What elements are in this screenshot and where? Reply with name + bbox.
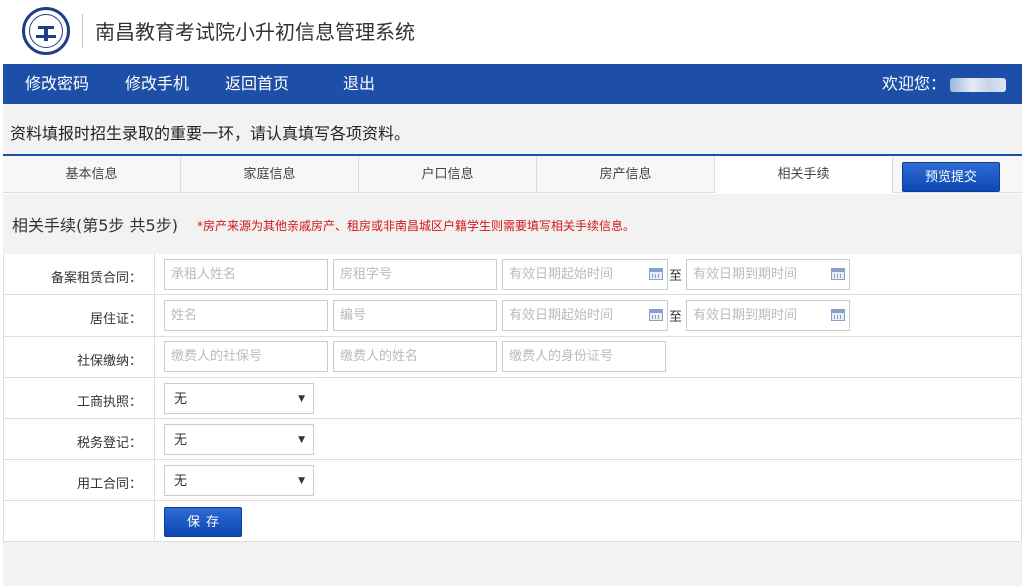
rental-end-date-input[interactable]: 有效日期到期时间 — [686, 259, 850, 290]
logo-emblem — [29, 14, 63, 48]
nav-logout[interactable]: 退出 — [343, 64, 375, 104]
username-blurred — [950, 77, 1006, 92]
step-heading: 相关手续(第5步 共5步) *房产来源为其他亲戚房产、租房或非南昌城区户籍学生则… — [3, 194, 1022, 254]
save-row-label — [4, 501, 155, 542]
calendar-icon[interactable] — [831, 309, 845, 321]
dropdown-arrow-icon: ▼ — [298, 435, 305, 445]
page-header: 南昌教育考试院小升初信息管理系统 — [0, 0, 1023, 64]
calendar-icon[interactable] — [649, 268, 663, 280]
to-separator: 至 — [669, 310, 683, 325]
page-footer-area — [3, 541, 1022, 586]
rental-label: 备案租赁合同： — [4, 254, 155, 294]
row-labor-contract: 用工合同： 无 ▼ — [4, 460, 1021, 501]
dropdown-arrow-icon: ▼ — [298, 394, 305, 404]
business-label: 工商执照： — [4, 378, 155, 418]
tab-property-info[interactable]: 房产信息 — [537, 156, 715, 193]
notice-text: 资料填报时招生录取的重要一环，请认真填写各项资料。 — [3, 104, 1022, 154]
to-separator: 至 — [669, 269, 683, 284]
labor-contract-select[interactable]: 无 ▼ — [164, 465, 314, 496]
tenant-name-input[interactable]: 承租人姓名 — [164, 259, 328, 290]
top-nav: 修改密码 修改手机 返回首页 退出 欢迎您： — [3, 64, 1022, 104]
tab-household-info[interactable]: 户口信息 — [359, 156, 537, 193]
calendar-icon[interactable] — [831, 268, 845, 280]
calendar-icon[interactable] — [649, 309, 663, 321]
tab-related-procedures[interactable]: 相关手续 — [715, 156, 893, 193]
step-title: 相关手续(第5步 共5步) — [12, 216, 178, 235]
row-tax-registration: 税务登记： 无 ▼ — [4, 419, 1021, 460]
social-label: 社保缴纳： — [4, 337, 155, 377]
tax-registration-select[interactable]: 无 ▼ — [164, 424, 314, 455]
residence-label: 居住证： — [4, 295, 155, 336]
dropdown-arrow-icon: ▼ — [298, 476, 305, 486]
tab-family-info[interactable]: 家庭信息 — [181, 156, 359, 193]
social-number-input[interactable]: 缴费人的社保号 — [164, 341, 328, 372]
row-residence-permit: 居住证： 姓名 编号 有效日期起始时间 至 有效日期到期时间 — [4, 295, 1021, 337]
logo — [22, 7, 70, 55]
residence-end-date-input[interactable]: 有效日期到期时间 — [686, 300, 850, 331]
nav-change-password[interactable]: 修改密码 — [25, 64, 89, 104]
row-rental-contract: 备案租赁合同： 承租人姓名 房租字号 有效日期起始时间 至 有效日期到期时间 — [4, 254, 1021, 295]
tax-label: 税务登记： — [4, 419, 155, 459]
save-button[interactable]: 保存 — [164, 507, 242, 537]
residence-start-date-input[interactable]: 有效日期起始时间 — [502, 300, 668, 331]
residence-number-input[interactable]: 编号 — [333, 300, 497, 331]
row-social-security: 社保缴纳： 缴费人的社保号 缴费人的姓名 缴费人的身份证号 — [4, 337, 1021, 378]
site-title: 南昌教育考试院小升初信息管理系统 — [95, 20, 415, 44]
step-note: *房产来源为其他亲戚房产、租房或非南昌城区户籍学生则需要填写相关手续信息。 — [197, 219, 636, 233]
row-save: 保存 — [4, 501, 1021, 542]
procedures-form: 备案租赁合同： 承租人姓名 房租字号 有效日期起始时间 至 有效日期到期时间 居… — [3, 254, 1022, 586]
residence-name-input[interactable]: 姓名 — [164, 300, 328, 331]
rental-start-date-input[interactable]: 有效日期起始时间 — [502, 259, 668, 290]
step-tabs: 基本信息 家庭信息 户口信息 房产信息 相关手续 — [3, 156, 1022, 193]
labor-label: 用工合同： — [4, 460, 155, 500]
business-license-select[interactable]: 无 ▼ — [164, 383, 314, 414]
nav-change-phone[interactable]: 修改手机 — [125, 64, 189, 104]
row-business-license: 工商执照： 无 ▼ — [4, 378, 1021, 419]
header-divider — [82, 14, 83, 48]
welcome-user: 欢迎您： — [882, 64, 1006, 104]
nav-home[interactable]: 返回首页 — [225, 64, 289, 104]
welcome-label: 欢迎您： — [881, 74, 946, 93]
rental-number-input[interactable]: 房租字号 — [333, 259, 497, 290]
preview-submit-button[interactable]: 预览提交 — [902, 162, 1000, 192]
payer-name-input[interactable]: 缴费人的姓名 — [333, 341, 497, 372]
tab-basic-info[interactable]: 基本信息 — [3, 156, 181, 193]
payer-id-input[interactable]: 缴费人的身份证号 — [502, 341, 666, 372]
